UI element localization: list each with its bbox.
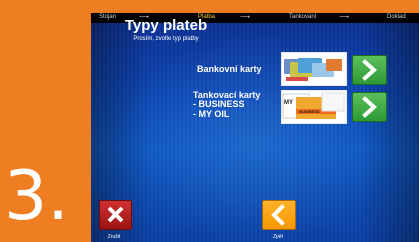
- option-fuel-cards-myoil: - MY OIL: [193, 109, 230, 119]
- chevron-right-icon: [362, 59, 378, 81]
- cancel-caption: Zrušit: [107, 234, 121, 240]
- bank-cards-image: [281, 52, 347, 86]
- select-fuel-cards-button[interactable]: [352, 92, 387, 122]
- step-arrow-icon: ⟶: [339, 14, 350, 21]
- fuel-cards-image: MY BUSINESS: [281, 90, 347, 124]
- chevron-left-icon: [271, 204, 285, 226]
- chevron-right-icon: [362, 96, 378, 118]
- back-caption: Zpět: [272, 234, 283, 240]
- close-icon: [107, 206, 124, 223]
- step-fueling: Tankování: [289, 14, 317, 20]
- kiosk-screen: Stojan ⟶ Platba ⟶ Tankování ⟶ Doklad: [91, 13, 419, 242]
- fuel-cards-icon: [282, 92, 345, 119]
- bank-cards-icon: [284, 58, 342, 81]
- select-bank-cards-button[interactable]: [352, 55, 387, 85]
- page-subtitle: Prosím, zvolte typ platby: [133, 36, 199, 42]
- step-arrow-icon: ⟶: [240, 14, 251, 21]
- business-card-text: BUSINESS: [299, 109, 320, 114]
- step-receipt: Doklad: [387, 14, 406, 20]
- page-title: Typy plateb: [124, 17, 208, 34]
- myoil-card-text: MY: [284, 100, 293, 106]
- option-bank-cards-label: Bankovní karty: [197, 64, 262, 74]
- step-number: 3.: [4, 157, 69, 236]
- back-button[interactable]: [262, 200, 296, 230]
- option-fuel-cards-business: - BUSINESS: [193, 99, 245, 109]
- cancel-button[interactable]: [99, 200, 132, 230]
